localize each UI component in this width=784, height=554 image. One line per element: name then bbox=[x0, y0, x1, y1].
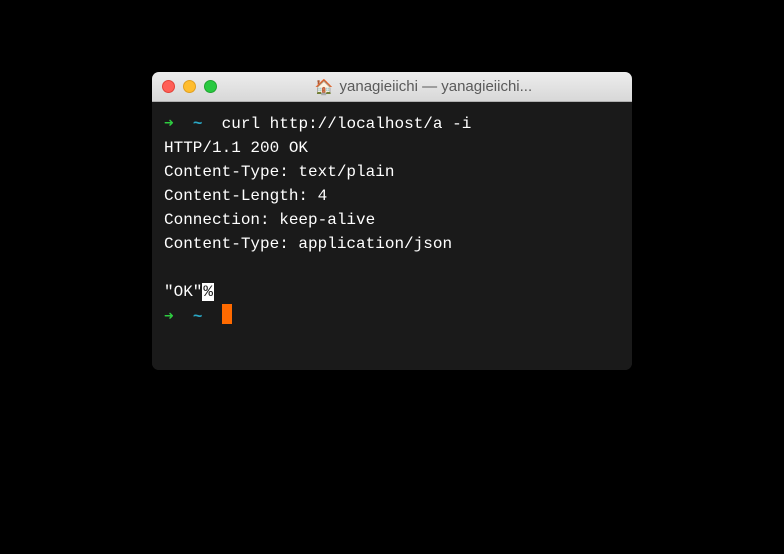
maximize-button[interactable] bbox=[204, 80, 217, 93]
prompt-arrow-icon: ➜ bbox=[164, 308, 174, 326]
command-text: curl http://localhost/a -i bbox=[222, 115, 472, 133]
prompt-cwd: ~ bbox=[193, 115, 203, 133]
terminal-cursor bbox=[222, 304, 232, 324]
blank-line bbox=[164, 256, 620, 280]
output-line: HTTP/1.1 200 OK bbox=[164, 136, 620, 160]
terminal-body[interactable]: ➜ ~ curl http://localhost/a -i HTTP/1.1 … bbox=[152, 102, 632, 370]
terminal-window: 🏠 yanagieiichi — yanagieiichi... ➜ ~ cur… bbox=[152, 72, 632, 370]
prompt-line-2: ➜ ~ bbox=[164, 304, 620, 329]
prompt-cwd: ~ bbox=[193, 308, 203, 326]
prompt-arrow-icon: ➜ bbox=[164, 115, 174, 133]
output-body-line: "OK"% bbox=[164, 280, 620, 304]
close-button[interactable] bbox=[162, 80, 175, 93]
trailing-char: % bbox=[202, 283, 214, 301]
response-body: "OK" bbox=[164, 283, 202, 301]
output-line: Content-Type: application/json bbox=[164, 232, 620, 256]
home-icon: 🏠 bbox=[315, 78, 334, 96]
output-line: Content-Type: text/plain bbox=[164, 160, 620, 184]
traffic-lights bbox=[162, 80, 217, 93]
title-text: yanagieiichi — yanagieiichi... bbox=[340, 78, 533, 95]
window-title: 🏠 yanagieiichi — yanagieiichi... bbox=[225, 78, 622, 96]
window-titlebar[interactable]: 🏠 yanagieiichi — yanagieiichi... bbox=[152, 72, 632, 102]
prompt-line-1: ➜ ~ curl http://localhost/a -i bbox=[164, 112, 620, 136]
output-line: Connection: keep-alive bbox=[164, 208, 620, 232]
minimize-button[interactable] bbox=[183, 80, 196, 93]
output-line: Content-Length: 4 bbox=[164, 184, 620, 208]
